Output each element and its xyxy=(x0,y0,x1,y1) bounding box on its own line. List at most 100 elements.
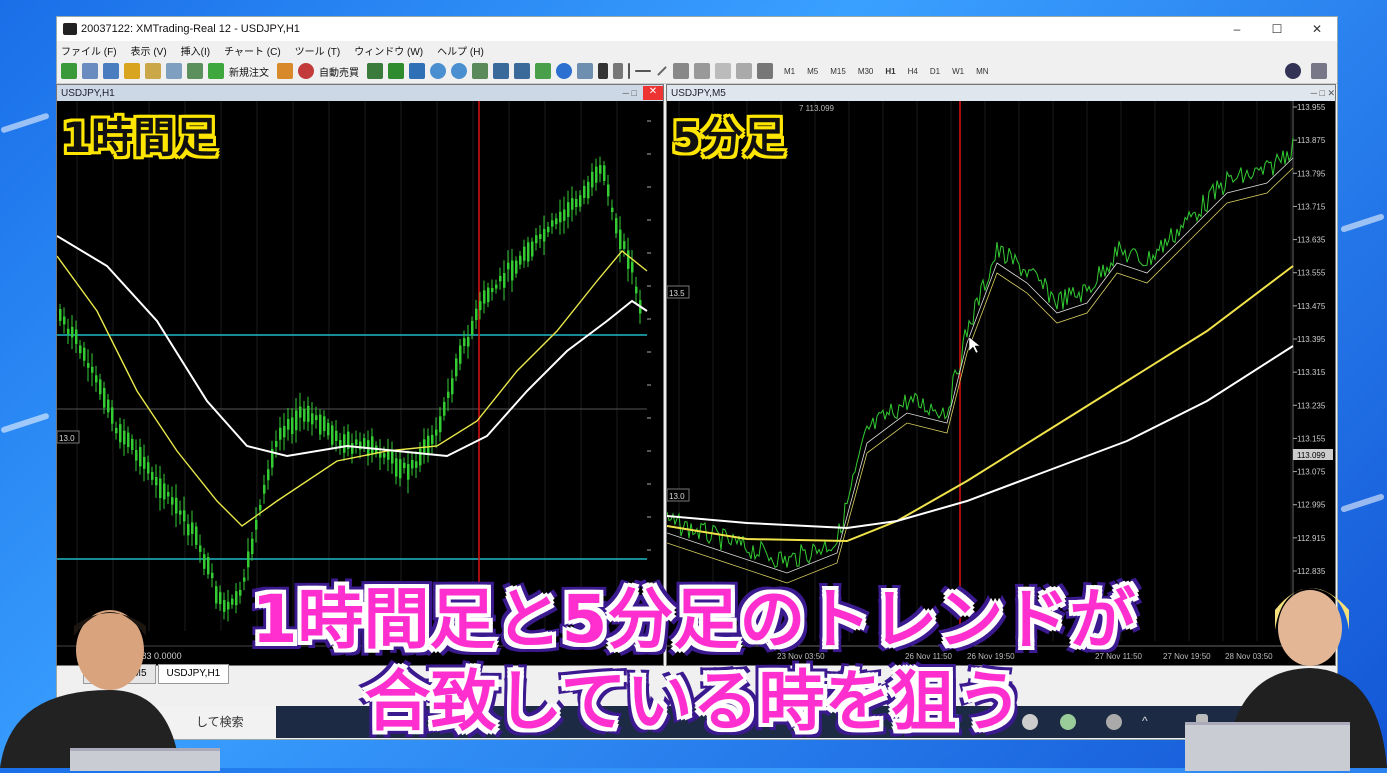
candle-body xyxy=(179,510,182,515)
search-icon[interactable] xyxy=(1285,63,1301,79)
close-button[interactable]: ✕ xyxy=(1297,22,1337,36)
fibonacci-icon[interactable] xyxy=(694,63,710,79)
candle-body xyxy=(259,505,262,511)
candle-body xyxy=(619,229,622,250)
candle-body xyxy=(455,358,458,377)
candle-body xyxy=(495,284,498,289)
timeframe-m1[interactable]: M1 xyxy=(784,67,795,76)
candle-body xyxy=(543,229,546,242)
new-chart-icon[interactable] xyxy=(61,63,77,79)
candle-body xyxy=(467,336,470,347)
menu-view[interactable]: 表示 (V) xyxy=(131,43,167,58)
app-logo-icon xyxy=(63,23,77,35)
candle-body xyxy=(87,362,90,368)
candle-body xyxy=(195,526,198,545)
timeframe-m15[interactable]: M15 xyxy=(830,67,846,76)
horizontal-line-icon[interactable] xyxy=(635,70,651,72)
chart-h1-window-controls[interactable]: ─ □ xyxy=(623,88,637,98)
chart-h1-title: USDJPY,H1 xyxy=(61,87,115,99)
terminal-icon[interactable] xyxy=(166,63,182,79)
timeframe-h1[interactable]: H1 xyxy=(885,67,895,76)
price-axis-label: 113.475 xyxy=(1297,302,1326,311)
channel-icon[interactable] xyxy=(673,63,689,79)
window-titlebar: 20037122: XMTrading-Real 12 - USDJPY,H1 … xyxy=(57,17,1337,41)
arrows-icon[interactable] xyxy=(757,63,773,79)
candle-body xyxy=(191,522,194,535)
candle-body xyxy=(627,250,630,269)
timeframe-d1[interactable]: D1 xyxy=(930,67,940,76)
menu-help[interactable]: ヘルプ (H) xyxy=(437,43,484,58)
menu-window[interactable]: ウィンドウ (W) xyxy=(354,43,423,58)
timeframe-m5[interactable]: M5 xyxy=(807,67,818,76)
candle-body xyxy=(107,399,110,413)
new-order-button[interactable]: 新規注文 xyxy=(229,64,269,79)
current-price-label: 113.099 xyxy=(1297,451,1326,460)
candle-body xyxy=(151,472,154,480)
crosshair-icon[interactable] xyxy=(613,63,623,79)
candle-body xyxy=(163,483,166,500)
menu-tools[interactable]: ツール (T) xyxy=(295,43,341,58)
market-watch-icon[interactable] xyxy=(103,63,119,79)
chart-m5-title: USDJPY,M5 xyxy=(671,87,726,99)
candlestick-icon[interactable] xyxy=(388,63,404,79)
timeframe-mn[interactable]: MN xyxy=(976,67,988,76)
candle-body xyxy=(331,425,334,445)
trendline-icon[interactable] xyxy=(657,66,667,76)
candle-body xyxy=(251,538,254,555)
cursor-icon[interactable] xyxy=(598,63,608,79)
candle-body xyxy=(343,434,346,453)
candle-body xyxy=(91,366,94,373)
autoscroll-icon[interactable] xyxy=(514,63,530,79)
new-order-icon[interactable] xyxy=(208,63,224,79)
background-streak xyxy=(1340,213,1385,233)
background-streak xyxy=(0,112,50,134)
periods-icon[interactable] xyxy=(556,63,572,79)
vertical-line-icon[interactable] xyxy=(628,63,630,79)
bar-chart-icon[interactable] xyxy=(367,63,383,79)
candle-body xyxy=(247,551,250,568)
menu-file[interactable]: ファイル (F) xyxy=(61,43,117,58)
indicators-icon[interactable] xyxy=(535,63,551,79)
auto-trading-button[interactable]: 自動売買 xyxy=(319,64,359,79)
candle-body xyxy=(323,416,326,432)
minimize-button[interactable]: – xyxy=(1217,22,1257,36)
candle-body xyxy=(579,195,582,207)
candle-body xyxy=(451,378,454,395)
timeframe-w1[interactable]: W1 xyxy=(952,67,964,76)
candle-body xyxy=(63,316,66,325)
candle-body xyxy=(75,329,78,345)
price-axis-label: 113.955 xyxy=(1297,103,1326,112)
timeframe-h4[interactable]: H4 xyxy=(908,67,918,76)
menu-chart[interactable]: チャート (C) xyxy=(224,43,281,58)
data-window-icon[interactable] xyxy=(124,63,140,79)
moving-average-short xyxy=(667,167,1294,584)
candle-body xyxy=(79,345,82,354)
zoom-out-icon[interactable] xyxy=(451,63,467,79)
price-axis-label: 113.075 xyxy=(1297,468,1326,477)
timeframe-m30[interactable]: M30 xyxy=(858,67,874,76)
chart-m5-window-controls[interactable]: ─ □ ✕ xyxy=(1311,88,1335,99)
text-icon[interactable] xyxy=(715,63,731,79)
templates-icon[interactable] xyxy=(577,63,593,79)
navigator-icon[interactable] xyxy=(145,63,161,79)
zoom-in-icon[interactable] xyxy=(430,63,446,79)
candle-body xyxy=(475,308,478,321)
toolbar: 新規注文 自動売買 M1 M5 M15 M30 H1 H4 D1 W1 MN xyxy=(57,59,1337,84)
maximize-button[interactable]: ☐ xyxy=(1257,22,1297,36)
menu-insert[interactable]: 挿入(I) xyxy=(181,43,210,58)
candle-body xyxy=(263,484,266,494)
metaeditor-icon[interactable] xyxy=(277,63,293,79)
profiles-icon[interactable] xyxy=(82,63,98,79)
candle-body xyxy=(435,429,438,436)
chart-h1-close-button[interactable]: ✕ xyxy=(643,86,663,100)
tile-windows-icon[interactable] xyxy=(472,63,488,79)
strategy-tester-icon[interactable] xyxy=(187,63,203,79)
text-label-icon[interactable] xyxy=(736,63,752,79)
auto-trading-icon[interactable] xyxy=(298,63,314,79)
line-chart-icon[interactable] xyxy=(409,63,425,79)
chart-shift-icon[interactable] xyxy=(493,63,509,79)
chat-icon[interactable] xyxy=(1311,63,1327,79)
candle-body xyxy=(607,184,610,197)
candle-body xyxy=(147,462,150,474)
candle-body xyxy=(515,260,518,274)
